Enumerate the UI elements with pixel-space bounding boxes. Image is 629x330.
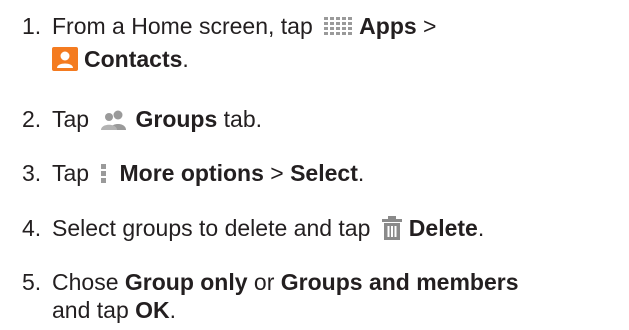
step-3: 3. Tap More options > Select. (22, 157, 622, 190)
step-2: 2. Tap Groups tab. (22, 103, 622, 136)
step-text: Tap (52, 160, 96, 186)
step-text: > (416, 13, 437, 39)
step-text: . (357, 160, 365, 186)
more-options-icon (101, 163, 107, 185)
step-text: From a Home screen, tap (52, 13, 320, 39)
contacts-icon (52, 47, 78, 71)
step-text: . (477, 215, 485, 241)
step-number: 1. (22, 13, 42, 39)
step-1: 1. From a Home screen, tap Apps > (22, 10, 622, 43)
step-number: 3. (22, 160, 42, 186)
step-4: 4. Select groups to delete and tap Delete… (22, 212, 622, 245)
step-1-continued: Contacts. (22, 43, 629, 76)
ok-label: OK (135, 297, 170, 323)
groups-label: Groups (135, 106, 218, 132)
trash-icon (381, 216, 403, 240)
step-number: 2. (22, 106, 42, 132)
step-text: Chose (52, 269, 125, 295)
step-text: and tap (52, 297, 136, 323)
step-5-continued: and tap OK. (22, 294, 629, 327)
step-text: . (182, 46, 189, 72)
select-label: Select (290, 160, 358, 186)
more-options-label: More options (119, 160, 264, 186)
contacts-label: Contacts (84, 46, 183, 72)
group-only-label: Group only (124, 269, 248, 295)
groups-and-members-label: Groups and members (280, 269, 519, 295)
apps-grid-icon (323, 16, 353, 38)
delete-label: Delete (408, 215, 478, 241)
groups-icon (99, 109, 129, 131)
apps-label: Apps (359, 13, 417, 39)
step-text: > (263, 160, 291, 186)
step-text: or (247, 269, 281, 295)
instruction-steps: 1. From a Home screen, tap Apps > Contact… (0, 0, 629, 330)
step-text: Tap (52, 106, 96, 132)
step-text: . (169, 297, 177, 323)
step-number: 4. (22, 215, 42, 241)
step-text: tab. (217, 106, 263, 132)
step-text: Select groups to delete and tap (52, 215, 377, 241)
